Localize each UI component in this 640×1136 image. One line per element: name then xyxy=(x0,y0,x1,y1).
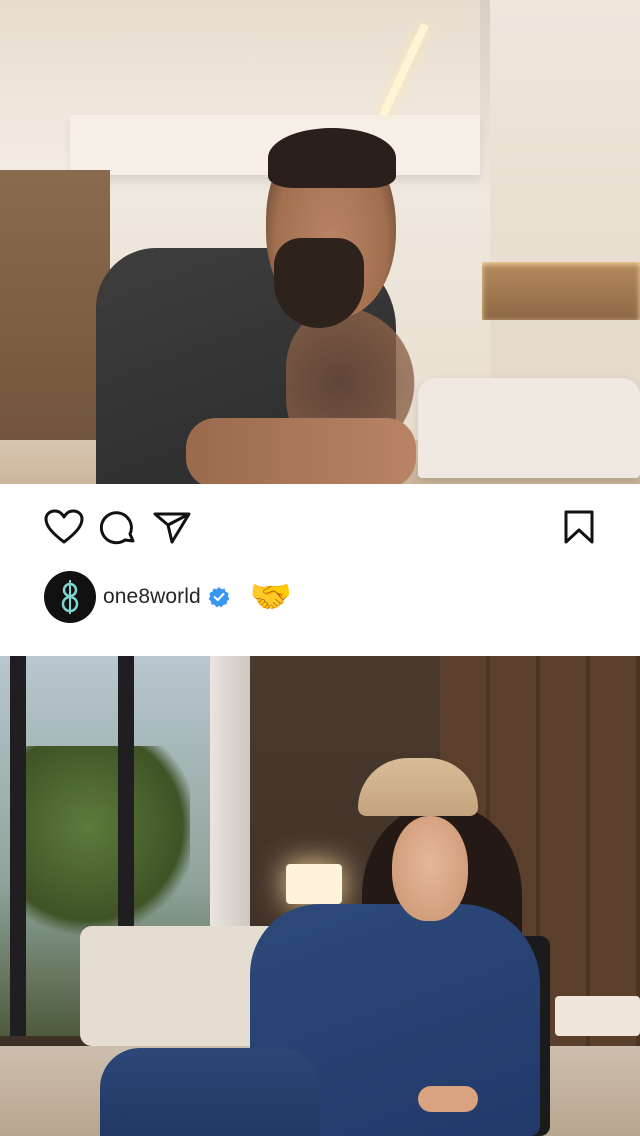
person-legs xyxy=(100,1048,320,1136)
paper-plane-icon[interactable] xyxy=(152,510,192,546)
post-image-bottom[interactable] xyxy=(0,656,640,1136)
avatar[interactable] xyxy=(44,571,96,623)
post-action-bar: one8world 🤝 xyxy=(0,484,640,656)
post-image-top[interactable] xyxy=(0,0,640,484)
bookmark-icon[interactable] xyxy=(562,509,596,545)
person-beard xyxy=(274,238,364,328)
author-username[interactable]: one8world xyxy=(103,585,201,609)
person-hair xyxy=(268,128,396,188)
heart-icon[interactable] xyxy=(44,509,84,545)
one8-logo-icon xyxy=(61,580,79,614)
person-cap xyxy=(358,758,478,816)
background-wood-wall xyxy=(0,170,110,484)
background-sofa xyxy=(418,378,640,478)
person-woman xyxy=(100,756,560,1136)
person-arms xyxy=(186,418,416,484)
window-frame xyxy=(10,656,26,1036)
post-author-row: one8world 🤝 xyxy=(44,571,292,623)
person-face xyxy=(392,816,468,921)
verified-badge-icon xyxy=(208,586,230,608)
person-man xyxy=(96,128,426,484)
background-table xyxy=(555,996,640,1036)
background-shelf xyxy=(482,262,640,320)
comment-icon[interactable] xyxy=(100,510,138,546)
person-hands xyxy=(418,1086,478,1112)
handshake-emoji: 🤝 xyxy=(249,578,293,616)
